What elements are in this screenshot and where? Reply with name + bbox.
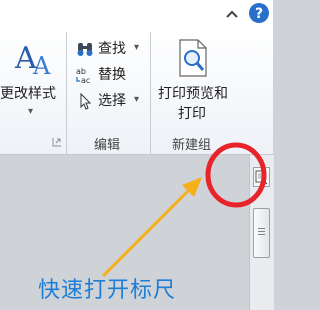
highlight-circle xyxy=(205,142,267,208)
annotation-arrow-shaft xyxy=(101,187,192,278)
annotation-overlay xyxy=(101,142,267,278)
annotation-text: 快速打开标尺 xyxy=(38,278,177,303)
